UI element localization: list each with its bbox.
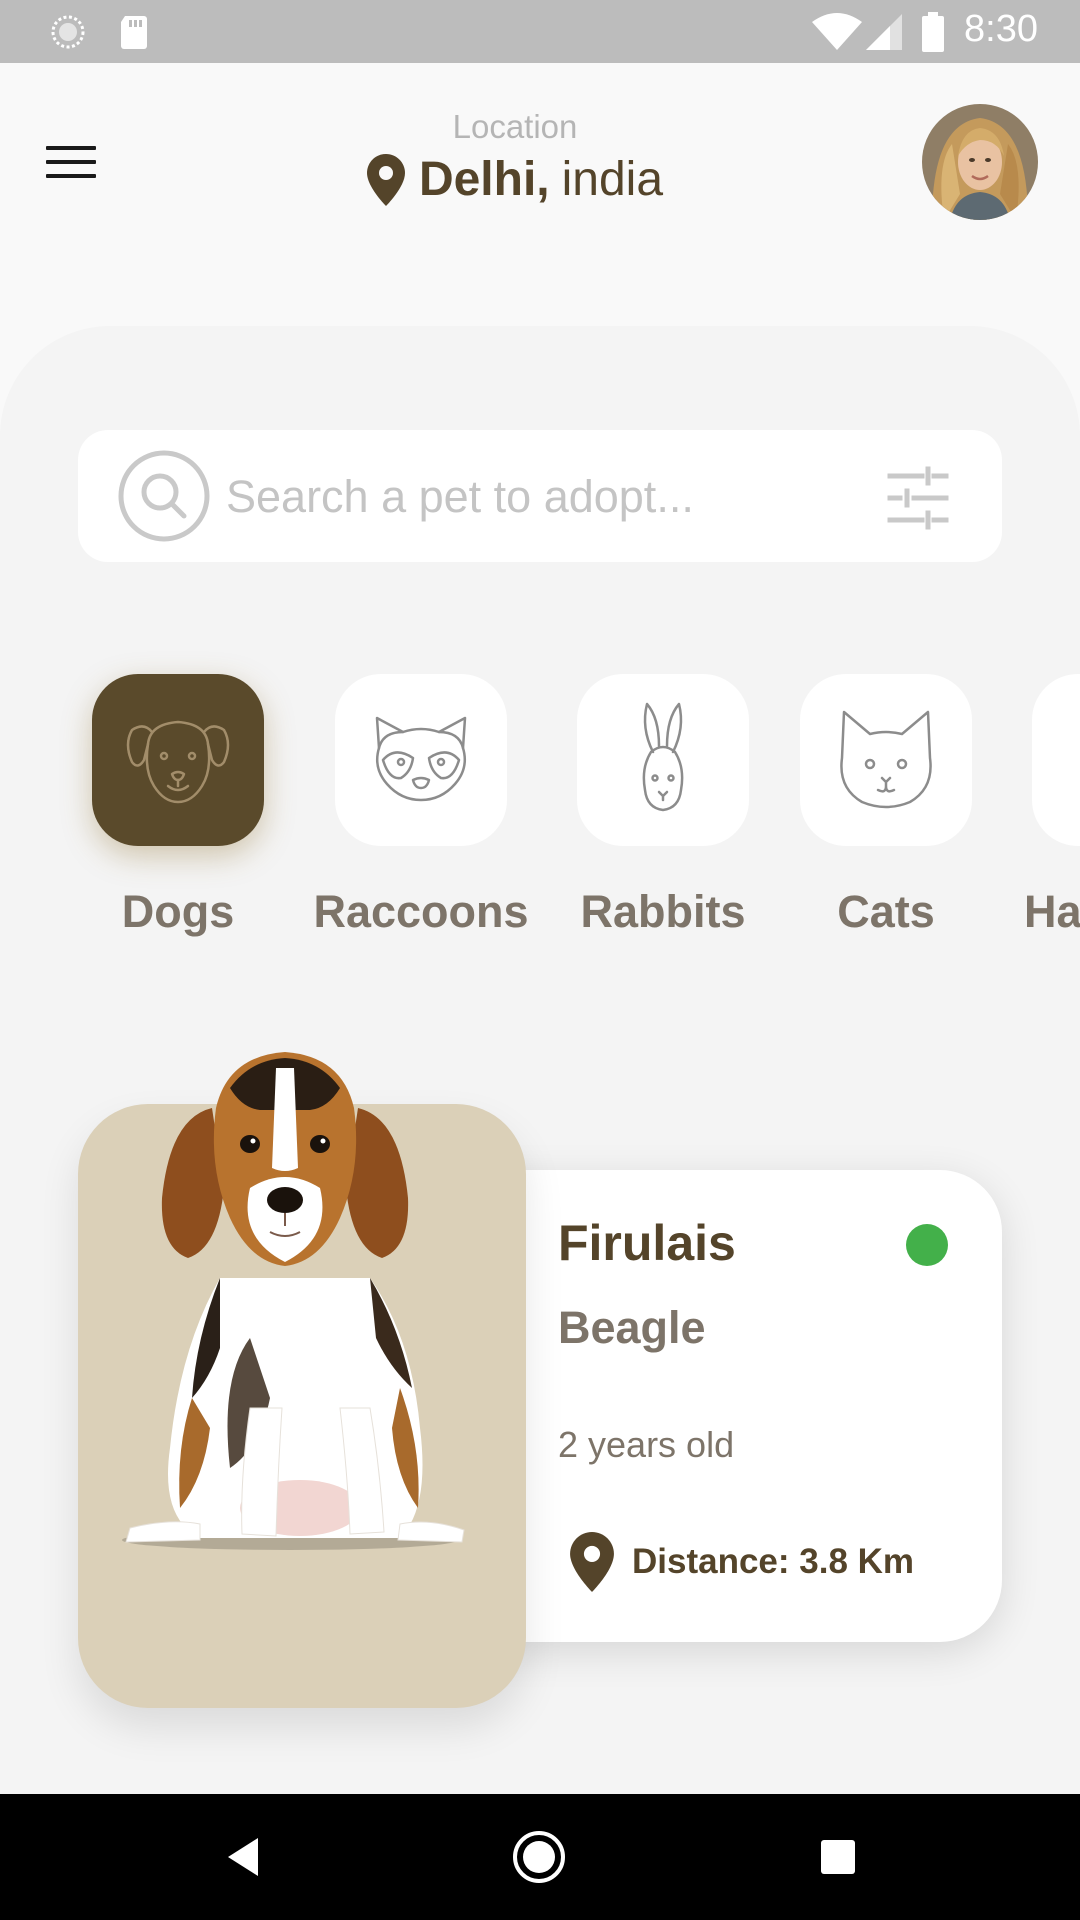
- location-city: Delhi,: [418, 153, 550, 206]
- search-input[interactable]: [226, 462, 806, 532]
- category-hamsters[interactable]: Ha: [1024, 674, 1080, 937]
- pet-name: Firulais: [558, 1215, 736, 1271]
- category-cats[interactable]: Cats: [800, 674, 972, 937]
- status-time: 8:30: [964, 8, 1038, 50]
- location-value: Delhi, india: [300, 152, 730, 207]
- pet-distance: Distance: 3.8 Km: [632, 1542, 915, 1581]
- hamburger-menu-icon: [46, 146, 96, 150]
- category-label: Cats: [837, 886, 935, 937]
- map-pin-icon: [570, 1532, 614, 1592]
- location-label: Location: [452, 108, 578, 145]
- back-icon[interactable]: [210, 1824, 276, 1890]
- dog-icon: [126, 720, 230, 804]
- category-label: Raccoons: [313, 886, 529, 937]
- search-bar[interactable]: [78, 430, 1002, 562]
- user-avatar[interactable]: [922, 104, 1038, 220]
- raccoon-icon: [375, 716, 467, 802]
- sd-card-icon: [121, 16, 147, 49]
- search-icon[interactable]: [116, 448, 212, 544]
- category-label: Ha: [1024, 886, 1080, 937]
- location-country: india: [561, 153, 664, 206]
- category-raccoons[interactable]: Raccoons: [313, 674, 529, 937]
- menu-button[interactable]: [46, 146, 98, 182]
- category-label: Dogs: [121, 886, 235, 937]
- hamster-icon: [1056, 698, 1080, 822]
- beagle-puppy-photo[interactable]: [100, 1048, 470, 1552]
- map-pin-icon: [366, 153, 405, 206]
- battery-icon: [922, 12, 944, 52]
- home-icon[interactable]: [506, 1824, 572, 1890]
- signal-icon: [866, 14, 902, 50]
- category-dogs[interactable]: Dogs: [92, 674, 264, 937]
- recents-icon[interactable]: [805, 1824, 871, 1890]
- category-label: Rabbits: [580, 886, 746, 937]
- pet-age: 2 years old: [558, 1424, 735, 1465]
- cat-icon: [840, 710, 932, 809]
- wifi-icon: [812, 13, 862, 50]
- avatar-photo: [922, 104, 1038, 220]
- availability-status-dot: [906, 1224, 948, 1266]
- android-nav-bar: [0, 1794, 1080, 1920]
- category-rabbits[interactable]: Rabbits: [577, 674, 749, 937]
- location-header[interactable]: Location Delhi, india: [300, 108, 730, 207]
- filter-sliders-icon[interactable]: [886, 466, 950, 530]
- pet-breed: Beagle: [558, 1302, 706, 1353]
- sync-icon: [51, 15, 85, 49]
- status-bar: 8:30: [0, 0, 1080, 63]
- rabbit-icon: [642, 702, 684, 812]
